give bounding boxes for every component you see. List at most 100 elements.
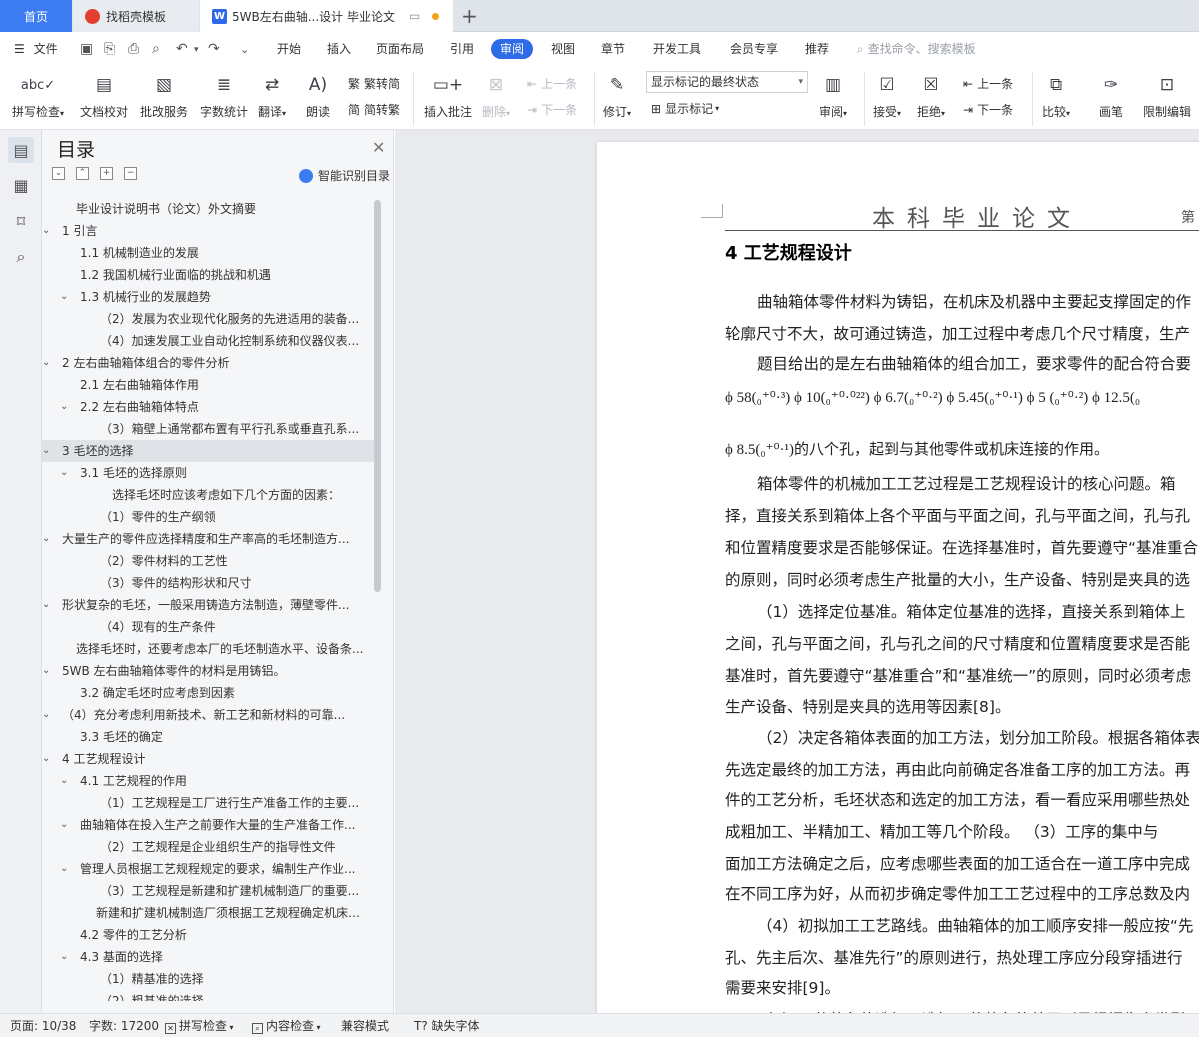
print-preview-icon[interactable]: ⌕ [152,41,160,57]
tab-document[interactable]: W 5WB左右曲轴...设计 毕业论文 ▭ [200,0,453,32]
toc-panel-icon[interactable]: ▤ [8,137,34,163]
export-icon[interactable]: ⎘ [104,41,115,57]
toc-item[interactable]: ⌄ 4 工艺规程设计 [42,748,374,770]
toc-item[interactable]: （3）箱壁上通常都布置有平行孔系或垂直孔系... [42,418,374,440]
toc-item[interactable]: （1）精基准的选择 [42,968,374,990]
toc-item[interactable]: （4）加速发展工业自动化控制系统和仪器仪表... [42,330,374,352]
toc-item[interactable]: ⌄ 1 引言 [42,220,374,242]
menu-review[interactable]: 审阅 [491,39,534,59]
bookmark-icon[interactable]: ⌑ [8,208,34,234]
toc-item[interactable]: ⌄ 管理人员根据工艺规程规定的要求，编制生产作业... [42,858,374,880]
accept-button[interactable]: ☑ 接受▾ [873,70,901,120]
tab-template[interactable]: 找稻壳模板 [73,0,199,32]
word-count-button[interactable]: ≣ 字数统计 [200,70,248,120]
menu-insert[interactable]: 插入 [327,32,351,66]
undo-icon[interactable]: ↶ [176,41,188,57]
menu-page-layout[interactable]: 页面布局 [376,32,424,66]
next-change-button[interactable]: ⇥ 下一条 [963,101,1013,118]
compare-button[interactable]: ⧉ 比较▾ [1042,70,1070,120]
toc-item[interactable]: （3）零件的结构形状和尺寸 [42,572,374,594]
toc-item[interactable]: ⌄ 1.3 机械行业的发展趋势 [42,286,374,308]
word-count-indicator[interactable]: 字数: 17200 [89,1014,159,1037]
toc-item[interactable]: ⌄ 2.2 左右曲轴箱体特点 [42,396,374,418]
more-icon[interactable]: ⌄ [240,43,249,56]
file-menu[interactable]: ☰ 文件 [14,32,58,66]
menu-view[interactable]: 视图 [551,32,575,66]
chevron-down-icon[interactable]: ⌄ [60,858,68,880]
toc-item[interactable]: 选择毛坯时，还要考虑本厂的毛坯制造水平、设备条... [42,638,374,660]
redo-icon[interactable]: ↷ [208,41,220,57]
chevron-down-icon[interactable]: ⌄ [60,814,68,836]
revise-button[interactable]: ✎ 修订▾ [603,70,631,120]
toc-item[interactable]: ⌄ 曲轴箱体在投入生产之前要作大量的生产准备工作... [42,814,374,836]
chevron-down-icon[interactable]: ⌄ [42,748,50,770]
doc-proof-button[interactable]: ▤ 文档校对 [80,70,128,120]
chevron-down-icon[interactable]: ⌄ [42,220,50,242]
toc-item[interactable]: （1）工艺规程是工厂进行生产准备工作的主要... [42,792,374,814]
toc-item[interactable]: 选择毛坯时应该考虑如下几个方面的因素： [42,484,374,506]
annotate-service-button[interactable]: ▧ 批改服务 [140,70,188,120]
toc-scrollbar[interactable] [374,200,381,592]
toc-item[interactable]: 1.1 机械制造业的发展 [42,242,374,264]
chevron-down-icon[interactable]: ⌄ [42,660,50,682]
toc-item[interactable]: ⌄ 5WB 左右曲轴箱体零件的材料是用铸铝。 [42,660,374,682]
missing-font-button[interactable]: T? 缺失字体 [414,1014,480,1037]
toc-item[interactable]: ⌄ 大量生产的零件应选择精度和生产率高的毛坯制造方... [42,528,374,550]
toc-item[interactable]: 新建和扩建机械制造厂须根据工艺规程确定机床和... [42,902,374,924]
menu-developer[interactable]: 开发工具 [653,32,701,66]
next-comment-button[interactable]: ⇥ 下一条 [527,101,577,118]
toc-item[interactable]: 3.3 毛坯的确定 [42,726,374,748]
toc-item[interactable]: ⌄ 4.3 基面的选择 [42,946,374,968]
toc-item[interactable]: （4）现有的生产条件 [42,616,374,638]
new-tab-plus-icon[interactable]: + [461,4,478,28]
chevron-down-icon[interactable]: ⌄ [42,528,50,550]
chevron-down-icon[interactable]: ⌄ [42,440,50,462]
remove-heading-icon[interactable]: − [124,167,137,180]
page-indicator[interactable]: 页面: 10/38 [10,1014,76,1037]
chapter-nav-icon[interactable]: ▦ [8,172,34,198]
expand-up-icon[interactable]: ⌃ [76,167,89,180]
menu-reference[interactable]: 引用 [450,32,474,66]
restrict-edit-button[interactable]: ⊡ 限制编辑 [1143,70,1191,120]
review-pane-button[interactable]: ▥ 审阅▾ [819,70,847,120]
chevron-down-icon[interactable]: ⌄ [42,704,50,726]
toc-item[interactable]: 3.2 确定毛坯时应考虑到因素 [42,682,374,704]
prev-change-button[interactable]: ⇤ 上一条 [963,75,1013,92]
toc-item[interactable]: （3）工艺规程是新建和扩建机械制造厂的重要... [42,880,374,902]
chevron-down-icon[interactable]: ⌄ [60,946,68,968]
content-check-toggle[interactable]: ⌕ 内容检查 ▾ [252,1014,321,1037]
document-page[interactable]: 本科毕业论文 第 4 工艺规程设计 曲轴箱体零件材料为铸铝，在机床及机器中主要起… [597,142,1199,1013]
simp-to-trad-button[interactable]: 简简转繁 [348,101,400,118]
prev-comment-button[interactable]: ⇤ 上一条 [527,75,577,92]
menu-recommend[interactable]: 推荐 [805,32,829,66]
toc-item[interactable]: 4.2 零件的工艺分析 [42,924,374,946]
toc-item[interactable]: 毕业设计说明书（论文）外文摘要 [42,198,374,220]
monitor-icon[interactable]: ▭ [409,9,420,23]
chevron-down-icon[interactable]: ⌄ [42,352,50,374]
markup-state-dropdown[interactable]: 显示标记的最终状态 ▾ [646,71,808,93]
toc-item[interactable]: ⌄ （4）充分考虑利用新技术、新工艺和新材料的可靠... [42,704,374,726]
chevron-down-icon[interactable]: ⌄ [60,286,68,308]
chevron-down-icon[interactable]: ⌄ [60,770,68,792]
toc-item[interactable]: （2）粗基准的选择 [42,990,374,1001]
toc-item[interactable]: ⌄ 3 毛坯的选择 [42,440,374,462]
undo-dropdown-icon[interactable]: ▾ [194,45,199,55]
read-aloud-button[interactable]: A) 朗读 [304,70,332,120]
show-markup-button[interactable]: ⊞ 显示标记 ▾ [651,100,719,117]
toc-item[interactable]: （2）零件材料的工艺性 [42,550,374,572]
spellcheck-button[interactable]: abc✓ 拼写检查▾ [12,70,64,120]
toc-item[interactable]: ⌄ 形状复杂的毛坯，一般采用铸造方法制造，薄壁零件... [42,594,374,616]
chevron-down-icon[interactable]: ⌄ [42,594,50,616]
toc-item[interactable]: ⌄ 2 左右曲轴箱体组合的零件分析 [42,352,374,374]
reject-button[interactable]: ☒ 拒绝▾ [917,70,945,120]
toc-item[interactable]: （1）零件的生产纲领 [42,506,374,528]
toc-item[interactable]: 1.2 我国机械行业面临的挑战和机遇 [42,264,374,286]
close-icon[interactable]: ✕ [372,138,385,157]
chevron-down-icon[interactable]: ⌄ [60,396,68,418]
toc-item[interactable]: ⌄ 4.1 工艺规程的作用 [42,770,374,792]
add-heading-icon[interactable]: + [100,167,113,180]
tab-home[interactable]: 首页 [0,0,72,32]
search-icon[interactable]: ⌕ [8,244,34,270]
chevron-down-icon[interactable]: ⌄ [60,462,68,484]
delete-comment-button[interactable]: ⊠ 删除▾ [482,70,510,120]
